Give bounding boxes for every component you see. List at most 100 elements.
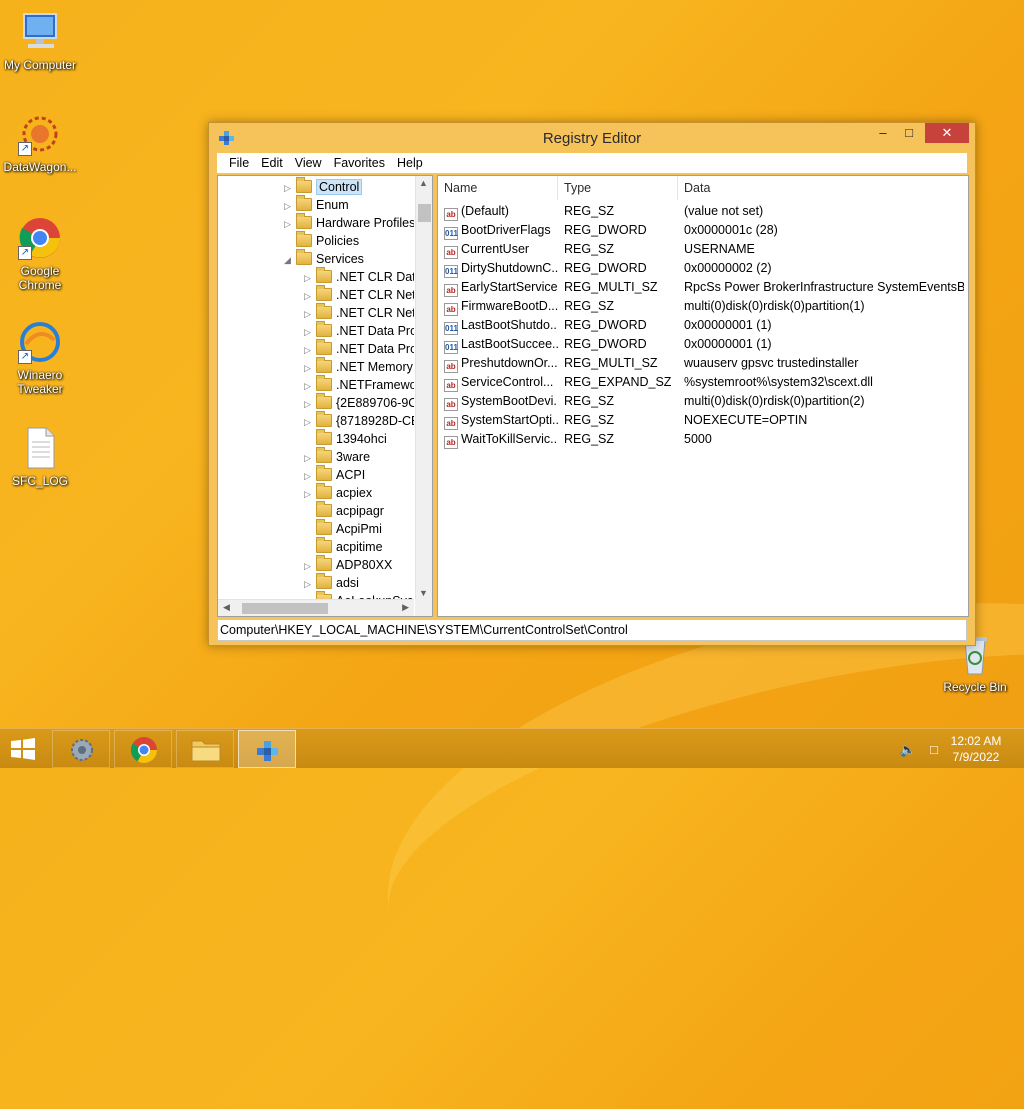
tree-item[interactable]: ▷ .NET Data Prov [304, 321, 414, 341]
tree-expander-icon[interactable]: ▷ [304, 395, 316, 413]
tree-expander-icon[interactable]: ▷ [304, 341, 316, 359]
tree-vertical-scrollbar[interactable]: ▲ ▼ [415, 176, 432, 600]
title-bar[interactable]: Registry Editor – □ ✕ [209, 123, 975, 153]
tree-expander-icon[interactable]: ▷ [304, 377, 316, 395]
menu-favorites[interactable]: Favorites [328, 156, 391, 170]
registry-value-row[interactable]: ab EarlyStartServices REG_MULTI_SZ RpcSs Po… [438, 278, 968, 297]
tree-item[interactable]: ▷ .NET Data Prov [304, 339, 414, 359]
scroll-left-icon[interactable]: ◀ [223, 602, 230, 613]
tree-item[interactable]: ▷ ADP80XX [304, 555, 392, 575]
registry-value-row[interactable]: ab CurrentUser REG_SZ USERNAME [438, 240, 968, 259]
taskbar-registry-editor-button[interactable] [238, 730, 296, 768]
registry-value-row[interactable]: 011 LastBootSuccee... REG_DWORD 0x00000001 … [438, 335, 968, 354]
taskbar-settings-button[interactable] [52, 730, 110, 768]
tree-item[interactable]: ▷ Hardware Profiles [284, 213, 414, 233]
tree-expander-icon[interactable]: ◢ [284, 251, 296, 269]
column-data-header[interactable]: Data [678, 176, 968, 200]
tree-expander-icon[interactable]: ▷ [304, 287, 316, 305]
minimize-button[interactable]: – [869, 123, 897, 143]
scroll-down-icon[interactable]: ▼ [419, 588, 428, 598]
tree-expander-icon[interactable]: ▷ [304, 359, 316, 377]
desktop-icon-google-chrome[interactable]: ↗ Google Chrome [0, 216, 80, 292]
folder-icon [316, 429, 332, 445]
tree-expander-icon[interactable]: ▷ [284, 179, 296, 197]
taskbar-file-explorer-button[interactable] [176, 730, 234, 768]
registry-value-row[interactable]: ab SystemBootDevi... REG_SZ multi(0)disk(0)… [438, 392, 968, 411]
tree-item[interactable]: ▷ .NET CLR Data [304, 267, 414, 287]
tree-item[interactable]: ▷ Enum [284, 195, 349, 215]
maximize-button[interactable]: □ [895, 123, 923, 143]
desktop-icon-sfc-log[interactable]: SFC_LOG [0, 426, 80, 488]
registry-value-row[interactable]: 011 DirtyShutdownC... REG_DWORD 0x00000002 … [438, 259, 968, 278]
menu-view[interactable]: View [289, 156, 328, 170]
desktop-icon-my-computer[interactable]: My Computer [0, 10, 80, 72]
registry-value-row[interactable]: ab SystemStartOpti... REG_SZ NOEXECUTE=OPT… [438, 411, 968, 430]
registry-values-pane[interactable]: Name Type Data ab (Default) REG_SZ (value n… [437, 175, 969, 617]
column-name-header[interactable]: Name [438, 176, 558, 200]
tree-item[interactable]: ▷ {2E889706-9C4 [304, 393, 414, 413]
tree-item[interactable]: ▷ .NET CLR Netv [304, 303, 414, 323]
scroll-thumb[interactable] [242, 603, 328, 614]
registry-value-row[interactable]: 011 LastBootShutdo... REG_DWORD 0x00000001 … [438, 316, 968, 335]
tree-item-label: acpiex [336, 486, 373, 500]
network-icon[interactable]: □ [930, 742, 938, 757]
tree-item[interactable]: AcpiPmi [304, 519, 382, 538]
desktop-icon-datawagon[interactable]: ↗ DataWagon... [0, 112, 80, 174]
close-button[interactable]: ✕ [925, 123, 969, 143]
start-button[interactable] [8, 737, 38, 761]
tree-expander-icon[interactable]: ▷ [304, 413, 316, 431]
registry-value-row[interactable]: ab PreshutdownOr... REG_MULTI_SZ wuauserv g… [438, 354, 968, 373]
registry-value-row[interactable]: 011 BootDriverFlags REG_DWORD 0x0000001c (2… [438, 221, 968, 240]
registry-tree-pane[interactable]: ▷ Control ▷ Enum ▷ Hardware Profiles Policies ◢… [217, 175, 433, 617]
folder-icon [316, 393, 332, 409]
tree-horizontal-scrollbar[interactable]: ◀ ▶ [218, 599, 414, 616]
value-type: REG_DWORD [564, 223, 647, 237]
tree-item[interactable]: ▷ ACPI [304, 465, 365, 485]
registry-value-row[interactable]: ab (Default) REG_SZ (value not set) [438, 202, 968, 221]
scroll-thumb[interactable] [418, 204, 431, 222]
column-type-header[interactable]: Type [558, 176, 678, 200]
tree-expander-icon[interactable]: ▷ [304, 269, 316, 287]
tree-item[interactable]: ▷ {8718928D-CBI [304, 411, 414, 431]
volume-muted-icon[interactable]: 🔈 [900, 742, 916, 758]
registry-editor-window[interactable]: Registry Editor – □ ✕ File Edit View Fav… [208, 122, 976, 646]
tree-item[interactable]: ▷ .NET CLR Netv [304, 285, 414, 305]
tree-item[interactable]: Policies [284, 231, 359, 250]
menu-edit[interactable]: Edit [255, 156, 289, 170]
tree-item[interactable]: ▷ 3ware [304, 447, 370, 467]
tree-item[interactable]: acpipagr [304, 501, 384, 520]
scroll-up-icon[interactable]: ▲ [419, 178, 428, 188]
tree-item[interactable]: ▷ .NET Memory [304, 357, 413, 377]
shortcut-arrow-icon: ↗ [18, 142, 32, 156]
menu-file[interactable]: File [223, 156, 255, 170]
tree-item[interactable]: ◢ Services [284, 249, 364, 269]
tree-item[interactable]: ▷ acpiex [304, 483, 373, 503]
tree-item[interactable]: ▷ Control [284, 177, 363, 197]
folder-icon [316, 501, 332, 517]
shortcut-arrow-icon: ↗ [18, 246, 32, 260]
folder-icon [316, 321, 332, 337]
taskbar-chrome-button[interactable] [114, 730, 172, 768]
registry-value-row[interactable]: ab FirmwareBootD... REG_SZ multi(0)disk(0)r… [438, 297, 968, 316]
scroll-right-icon[interactable]: ▶ [402, 602, 409, 613]
folder-icon [316, 483, 332, 499]
tree-expander-icon[interactable]: ▷ [284, 215, 296, 233]
tree-expander-icon[interactable]: ▷ [304, 467, 316, 485]
menu-help[interactable]: Help [391, 156, 429, 170]
tree-item[interactable]: ▷ .NETFramewor [304, 375, 414, 395]
tree-item[interactable]: acpitime [304, 537, 383, 556]
registry-value-row[interactable]: ab ServiceControl... REG_EXPAND_SZ %systemr… [438, 373, 968, 392]
tree-expander-icon[interactable]: ▷ [304, 485, 316, 503]
tree-expander-icon[interactable]: ▷ [304, 305, 316, 323]
tree-expander-icon[interactable]: ▷ [304, 557, 316, 575]
tree-item[interactable]: 1394ohci [304, 429, 387, 448]
tree-expander-icon[interactable]: ▷ [284, 197, 296, 215]
registry-value-row[interactable]: ab WaitToKillServic... REG_SZ 5000 [438, 430, 968, 449]
tree-expander-icon[interactable]: ▷ [304, 575, 316, 593]
clock[interactable]: 12:02 AM 7/9/2022 [946, 733, 1006, 765]
tree-expander-icon[interactable]: ▷ [304, 323, 316, 341]
folder-icon [296, 213, 312, 229]
tree-expander-icon[interactable]: ▷ [304, 449, 316, 467]
desktop-icon-winaero-tweaker[interactable]: ↗ Winaero Tweaker [0, 320, 80, 396]
tree-item[interactable]: ▷ adsi [304, 573, 359, 593]
